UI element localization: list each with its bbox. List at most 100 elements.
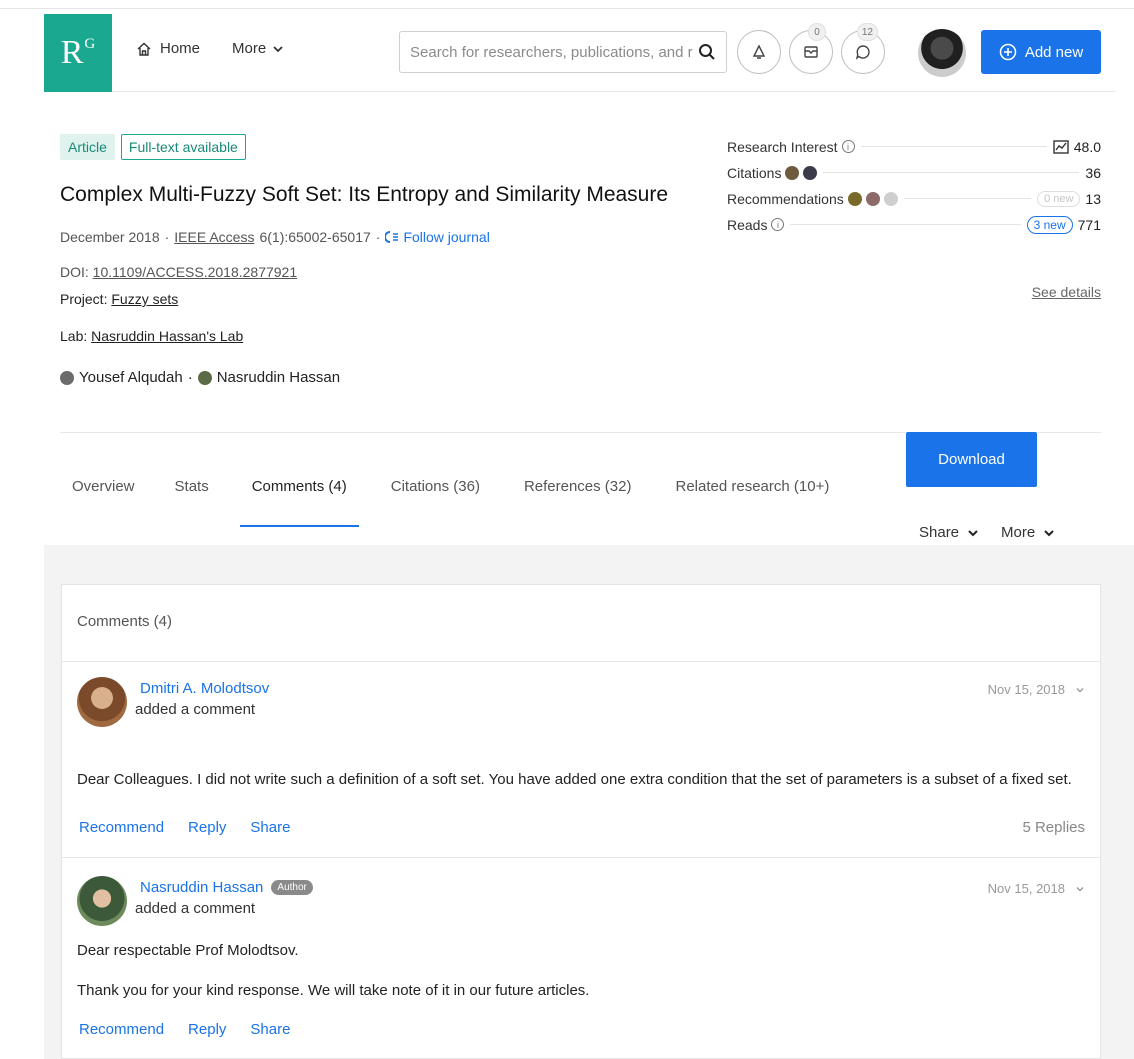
project-link[interactable]: Fuzzy sets [111,291,178,307]
share-link[interactable]: Share [250,1021,290,1038]
chevron-down-icon [968,529,978,536]
bell-icon [752,44,766,59]
add-new-button[interactable]: Add new [981,30,1101,74]
commenter-name-link[interactable]: Nasruddin Hassan [140,879,263,896]
recommend-link[interactable]: Recommend [79,819,164,836]
speech-bubble-icon [855,45,870,60]
share-menu[interactable]: Share [919,524,979,541]
research-interest-label: Research Interest [727,138,838,155]
doi-link[interactable]: 10.1109/ACCESS.2018.2877921 [93,264,297,280]
top-navigation-bar: RG Home More 0 12 Add new [44,14,1116,92]
article-type-badge: Article [60,134,115,160]
chevron-down-icon [1044,529,1054,536]
researchgate-logo[interactable]: RG [44,14,112,92]
search-input[interactable] [410,43,698,61]
nav-home-link[interactable]: Home [136,40,200,57]
share-link[interactable]: Share [250,819,290,836]
author-link[interactable]: Nasruddin Hassan [217,369,340,386]
comments-heading: Comments (4) [77,613,173,630]
recommendations-row[interactable]: Recommendations 0 new 13 [727,186,1101,211]
journal-link[interactable]: IEEE Access [174,229,254,245]
article-title: Complex Multi-Fuzzy Soft Set: Its Entrop… [60,183,669,206]
article-tabs: Overview Stats Comments (4) Citations (3… [60,478,830,527]
replies-count-link[interactable]: 5 Replies [1022,819,1085,836]
search-icon[interactable] [698,43,716,61]
comment-separator [62,661,1100,662]
volume-pages: 6(1):65002-65017 [259,229,371,245]
reply-link[interactable]: Reply [188,1021,226,1038]
home-icon [137,42,151,56]
info-icon[interactable]: i [771,218,785,231]
reply-link[interactable]: Reply [188,819,226,836]
recommender-avatar [865,191,880,206]
commenter-avatar[interactable] [77,677,127,727]
citer-avatar [803,165,818,180]
research-interest-row: Research Interest i 48.0 [727,134,1101,159]
tab-stats[interactable]: Stats [175,478,209,495]
research-interest-icon [1053,139,1069,154]
fulltext-badge: Full-text available [120,134,246,160]
more-actions-menu[interactable]: More [1001,524,1055,541]
comment-action: added a comment [135,701,256,718]
add-new-label: Add new [1024,43,1084,61]
tab-citations[interactable]: Citations (36) [391,478,480,495]
citer-avatar [785,165,800,180]
reads-new-badge: 3 new [1026,215,1073,234]
tab-related-research[interactable]: Related research (10+) [676,478,830,495]
search-box [399,31,727,73]
plus-circle-icon [999,43,1017,61]
commenter-avatar[interactable] [77,876,127,926]
chevron-down-icon[interactable] [1075,884,1085,894]
reads-row[interactable]: Reads i 3 new 771 [727,212,1101,237]
messages-count-badge: 0 [808,23,826,41]
messages-button[interactable]: 0 [789,23,833,74]
follow-journal-label: Follow journal [403,229,490,245]
doi-line: DOI: 10.1109/ACCESS.2018.2877921 [60,264,298,280]
share-label: Share [919,524,960,541]
recommend-link[interactable]: Recommend [79,1021,164,1038]
recommendations-value: 13 [1085,190,1101,207]
chevron-down-icon [273,45,283,52]
see-details-link[interactable]: See details [1032,284,1101,300]
tab-comments[interactable]: Comments (4) [239,478,359,527]
comment-item: Dmitri A. Molodtsov added a comment Nov … [77,677,1085,857]
lab-line: Lab: Nasruddin Hassan's Lab [60,328,244,344]
lab-link[interactable]: Nasruddin Hassan's Lab [91,328,243,344]
comment-separator [62,857,1100,858]
citations-row[interactable]: Citations 36 [727,160,1101,185]
follow-journal-link[interactable]: Follow journal [385,229,490,245]
envelope-icon [804,46,818,58]
tab-overview[interactable]: Overview [72,478,135,495]
author-avatar [197,370,212,385]
comments-card: Comments (4) Dmitri A. Molodtsov added a… [61,584,1101,1059]
top-border [0,8,1134,9]
citations-label: Citations [727,164,782,181]
more-actions-label: More [1001,524,1036,541]
nav-more-menu[interactable]: More [232,40,284,57]
comment-text: Dear Colleagues. I did not write such a … [77,771,1072,788]
article-meta: December 2018 · IEEE Access 6(1):65002-6… [60,229,490,245]
nav-more-label: More [232,40,267,57]
reads-value: 771 [1077,216,1101,233]
research-interest-value: 48.0 [1073,138,1101,155]
comment-item: Nasruddin Hassan Author added a comment … [77,876,1085,1056]
reads-label: Reads [727,216,768,233]
tab-references[interactable]: References (32) [524,478,632,495]
download-button[interactable]: Download [906,432,1037,487]
chevron-down-icon[interactable] [1075,685,1085,695]
notifications-button[interactable] [737,30,781,74]
article-stats-panel: Research Interest i 48.0 Citations 36 Re… [727,134,1101,300]
info-icon[interactable]: i [841,140,855,153]
commenter-name-link[interactable]: Dmitri A. Molodtsov [140,680,269,697]
recommendations-label: Recommendations [727,190,844,207]
profile-avatar[interactable] [918,29,966,77]
article-tags: Article Full-text available [60,134,246,160]
author-badge: Author [271,880,313,895]
recommendations-new-badge: 0 new [1037,190,1081,207]
recommender-avatar [883,191,898,206]
publication-date: December 2018 [60,229,160,245]
comment-text: Dear respectable Prof Molodtsov. [77,942,299,959]
nav-home-label: Home [160,40,201,57]
author-link[interactable]: Yousef Alqudah [79,369,183,386]
questions-button[interactable]: 12 [841,23,885,74]
